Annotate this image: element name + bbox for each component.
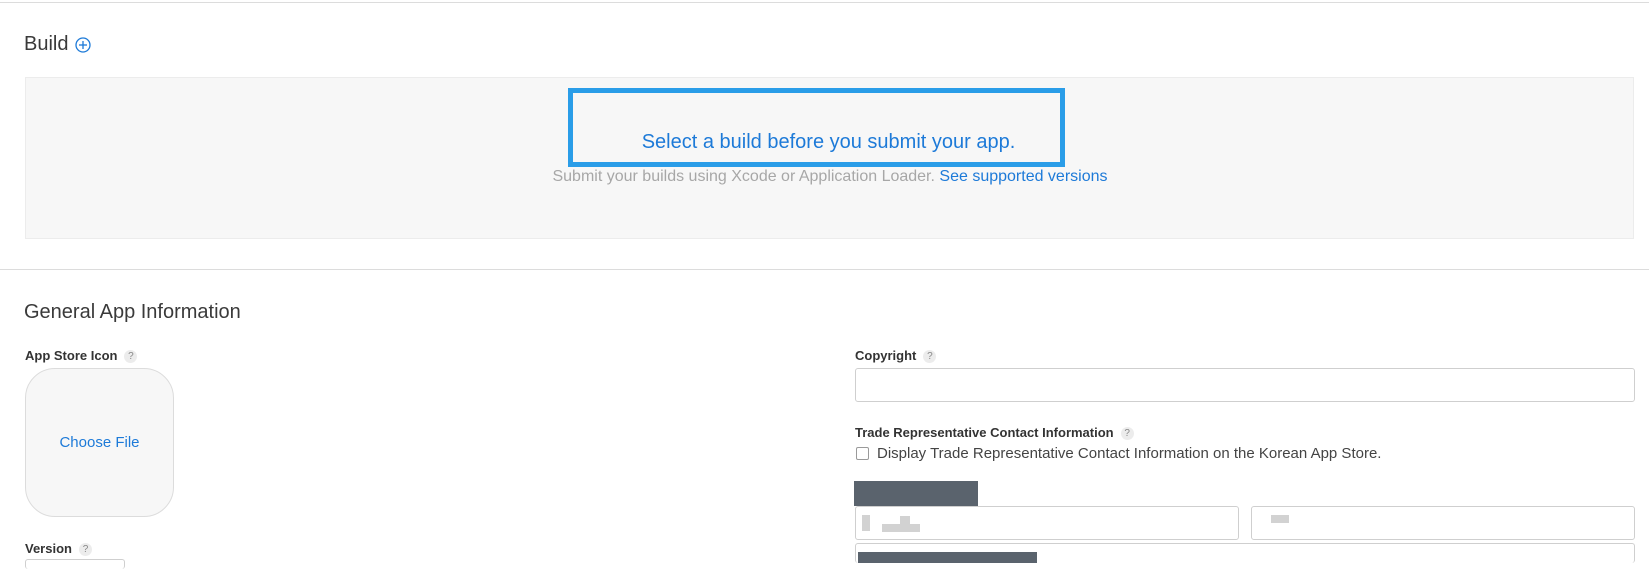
supported-versions-link[interactable]: See supported versions [939,168,1107,185]
help-icon[interactable]: ? [1120,427,1134,440]
trade-rep-label: Trade Representative Contact Information… [855,425,1134,440]
help-icon[interactable]: ? [78,543,92,556]
app-store-icon-label: App Store Icon? [25,348,138,363]
copyright-label: Copyright? [855,348,937,363]
redacted-pixels [882,524,920,532]
help-icon[interactable]: ? [923,350,937,363]
trade-rep-label-text: Trade Representative Contact Information [855,425,1114,440]
highlight-box [568,88,1065,167]
select-build-link[interactable]: Select a build before you submit your ap… [578,131,1079,154]
redacted-pixels [862,515,870,531]
copyright-label-text: Copyright [855,348,917,363]
redacted-label [854,481,978,506]
submit-builds-text: Submit your builds using Xcode or Applic… [552,168,935,185]
app-store-icon-label-text: App Store Icon [25,348,118,363]
trade-rep-checkbox-label: Display Trade Representative Contact Inf… [877,445,1382,462]
section-divider [0,269,1649,270]
redacted-pixels [1271,515,1289,523]
plus-circle-icon[interactable] [75,37,91,53]
build-section-title: Build [24,33,69,55]
version-label: Version? [25,541,92,556]
trade-rep-checkbox[interactable] [856,447,869,460]
choose-file-button[interactable]: Choose File [25,434,174,451]
copyright-input[interactable] [855,368,1635,402]
redacted-label [858,552,1037,563]
trade-rep-secondary-field[interactable] [1251,506,1635,540]
general-section-title: General App Information [24,301,241,323]
trade-rep-name-field[interactable] [855,506,1239,540]
submit-builds-hint: Submit your builds using Xcode or Applic… [300,168,1360,186]
redacted-pixels [900,516,910,524]
version-field[interactable] [25,559,125,569]
version-label-text: Version [25,541,72,556]
top-divider [0,2,1649,3]
help-icon[interactable]: ? [124,350,138,363]
